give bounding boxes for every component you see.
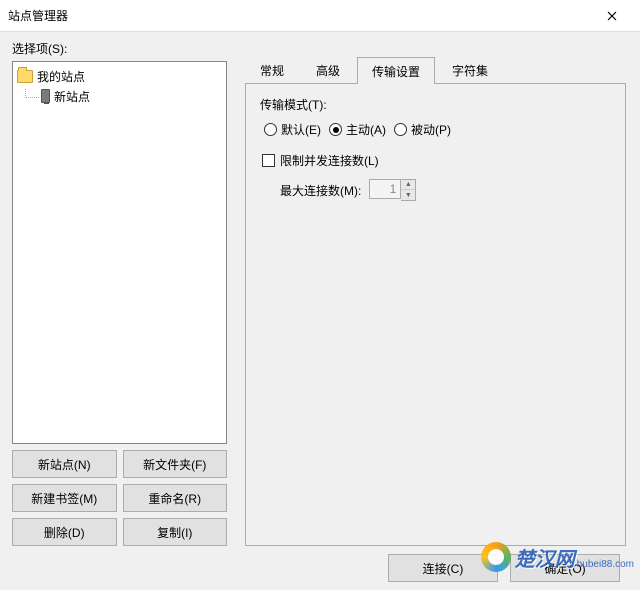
- tree-child-item[interactable]: 新站点: [15, 86, 224, 106]
- radio-active[interactable]: 主动(A): [329, 121, 386, 138]
- tree-root-label: 我的站点: [37, 68, 85, 85]
- tree-child-label: 新站点: [54, 88, 90, 105]
- transfer-mode-label: 传输模式(T):: [260, 96, 611, 113]
- tab-transfer[interactable]: 传输设置: [357, 57, 435, 84]
- close-button[interactable]: [592, 2, 632, 30]
- copy-button[interactable]: 复制(I): [123, 518, 228, 546]
- max-conn-label: 最大连接数(M):: [280, 182, 361, 199]
- max-conn-input[interactable]: [369, 179, 401, 199]
- spin-down-button[interactable]: ▼: [401, 190, 415, 200]
- window-title: 站点管理器: [8, 7, 592, 24]
- delete-button[interactable]: 删除(D): [12, 518, 117, 546]
- radio-default[interactable]: 默认(E): [264, 121, 321, 138]
- limit-label: 限制并发连接数(L): [280, 152, 379, 169]
- tab-content-transfer: 传输模式(T): 默认(E) 主动(A) 被动(P): [245, 84, 626, 546]
- tab-general[interactable]: 常规: [245, 56, 299, 83]
- tab-charset[interactable]: 字符集: [437, 56, 503, 83]
- radio-icon: [329, 123, 342, 136]
- tab-advanced[interactable]: 高级: [301, 56, 355, 83]
- dialog-footer: 连接(C) 确定(O): [6, 546, 630, 582]
- new-site-button[interactable]: 新站点(N): [12, 450, 117, 478]
- limit-checkbox[interactable]: [262, 154, 275, 167]
- server-icon: [41, 89, 50, 103]
- close-icon: [607, 11, 617, 21]
- new-folder-button[interactable]: 新文件夹(F): [123, 450, 228, 478]
- ok-button[interactable]: 确定(O): [510, 554, 620, 582]
- spin-up-button[interactable]: ▲: [401, 180, 415, 190]
- left-panel: 选择项(S): 我的站点 新站点 新站点(N) 新文件夹(F): [6, 38, 231, 546]
- right-panel: 常规 高级 传输设置 字符集 传输模式(T): 默认(E) 主动(A: [231, 38, 630, 546]
- select-entry-label: 选择项(S):: [12, 40, 231, 57]
- radio-passive[interactable]: 被动(P): [394, 121, 451, 138]
- tree-root-item[interactable]: 我的站点: [15, 66, 224, 86]
- connect-button[interactable]: 连接(C): [388, 554, 498, 582]
- radio-icon: [394, 123, 407, 136]
- new-bookmark-button[interactable]: 新建书签(M): [12, 484, 117, 512]
- titlebar: 站点管理器: [0, 0, 640, 32]
- rename-button[interactable]: 重命名(R): [123, 484, 228, 512]
- radio-icon: [264, 123, 277, 136]
- folder-icon: [17, 70, 33, 83]
- max-conn-spinner[interactable]: ▲ ▼: [369, 179, 416, 201]
- site-tree[interactable]: 我的站点 新站点: [12, 61, 227, 444]
- tab-bar: 常规 高级 传输设置 字符集: [245, 56, 626, 84]
